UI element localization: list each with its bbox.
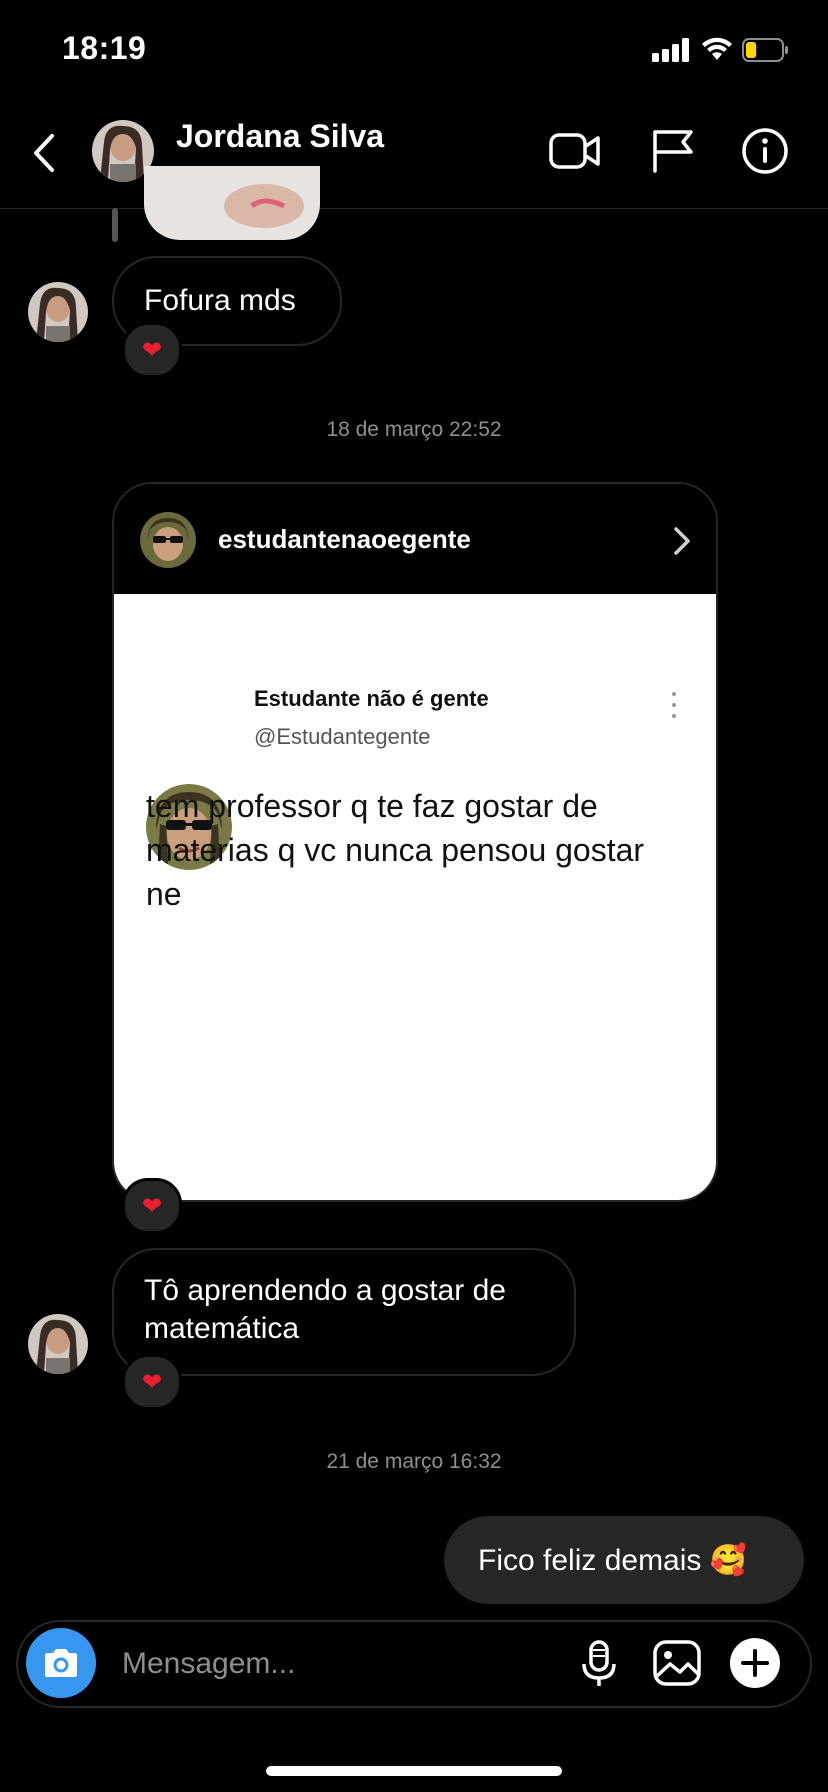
plus-icon[interactable] bbox=[728, 1636, 782, 1690]
cellular-signal-icon bbox=[652, 36, 692, 62]
chevron-right-icon[interactable] bbox=[670, 524, 694, 558]
message-text: Fico feliz demais 🥰 bbox=[478, 1544, 748, 1577]
contact-avatar-small[interactable] bbox=[28, 1314, 88, 1374]
shared-post-header[interactable]: estudantenaoegente bbox=[114, 484, 716, 594]
camera-icon bbox=[45, 1649, 77, 1677]
tweet-author-handle: @Estudantegente bbox=[254, 724, 431, 749]
contact-name[interactable]: Jordana Silva bbox=[176, 118, 384, 155]
message-input[interactable] bbox=[120, 1640, 554, 1688]
post-owner-username[interactable]: estudantenaoegente bbox=[218, 524, 471, 555]
message-text: Fofura mds bbox=[144, 284, 296, 317]
message-bubble-incoming[interactable]: Tô aprendendo a gostar de matemática bbox=[112, 1248, 576, 1376]
camera-button[interactable] bbox=[26, 1628, 96, 1698]
heart-icon: ❤ bbox=[141, 1368, 163, 1396]
previous-image-message[interactable] bbox=[144, 166, 320, 240]
more-options-icon bbox=[670, 692, 678, 718]
timestamp: 18 de março 22:52 bbox=[326, 418, 502, 441]
flag-icon[interactable] bbox=[646, 126, 700, 176]
timestamp: 21 de março 16:32 bbox=[326, 1450, 502, 1473]
heart-reaction[interactable]: ❤ bbox=[122, 1354, 182, 1410]
heart-icon: ❤ bbox=[141, 336, 163, 364]
shared-post-image[interactable]: Estudante não é gente @Estudantegente te… bbox=[114, 594, 716, 1200]
message-bubble-outgoing[interactable]: Fico feliz demais 🥰 bbox=[444, 1516, 804, 1604]
battery-icon bbox=[742, 38, 788, 62]
contact-avatar-small[interactable] bbox=[28, 282, 88, 342]
heart-icon: ❤ bbox=[141, 1192, 163, 1220]
heart-reaction[interactable]: ❤ bbox=[122, 322, 182, 378]
post-owner-avatar[interactable] bbox=[140, 512, 196, 568]
microphone-icon[interactable] bbox=[572, 1636, 626, 1690]
home-indicator bbox=[266, 1766, 562, 1776]
gallery-icon[interactable] bbox=[650, 1636, 704, 1690]
tweet-text: tem professor q te faz gostar de materia… bbox=[146, 788, 645, 912]
back-chevron-icon[interactable] bbox=[24, 128, 64, 178]
info-icon[interactable] bbox=[738, 126, 792, 176]
status-time: 18:19 bbox=[62, 30, 147, 66]
wifi-icon bbox=[702, 37, 732, 60]
heart-reaction[interactable]: ❤ bbox=[122, 1178, 182, 1234]
message-text: Tô aprendendo a gostar de matemática bbox=[144, 1274, 506, 1345]
shared-post-card[interactable]: estudantenaoegente Estudante não é gente… bbox=[112, 482, 718, 1202]
video-call-icon[interactable] bbox=[548, 126, 602, 176]
tweet-author-name: Estudante não é gente bbox=[254, 686, 489, 711]
reply-indicator-bar bbox=[112, 208, 118, 242]
